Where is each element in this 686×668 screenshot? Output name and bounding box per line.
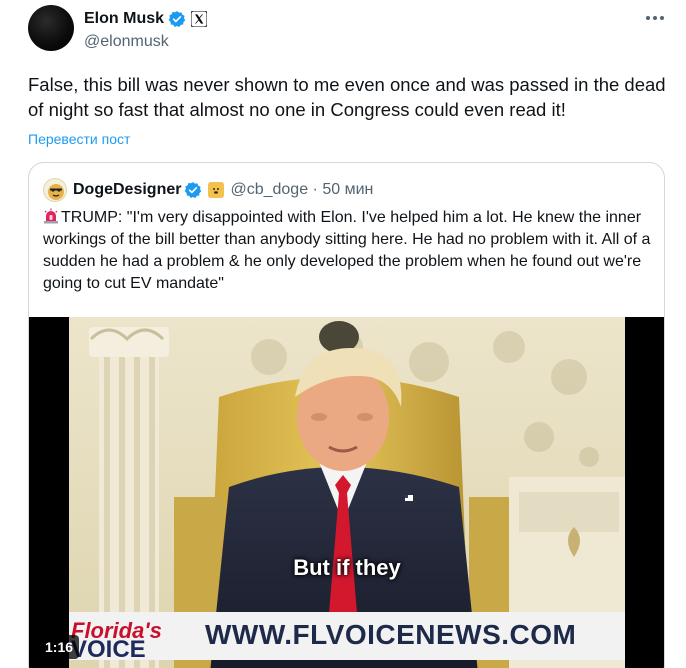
tweet: Elon Musk @elonmusk False, this bill was… (0, 0, 686, 668)
quoted-handle-time[interactable]: @cb_doge · 50 мин (230, 181, 373, 199)
x-logo-icon (191, 11, 208, 27)
video-banner-logo: Florida's VOICE (71, 616, 191, 663)
quoted-display-name[interactable]: DogeDesigner (73, 181, 181, 199)
video-banner-url: WWW.FLVOICENEWS.COM (205, 619, 577, 650)
siren-icon (44, 208, 58, 224)
quoted-text-block: TRUMP: "I'm very disappointed with Elon.… (43, 207, 653, 295)
quoted-text: TRUMP: "I'm very disappointed with Elon.… (43, 209, 651, 292)
quoted-header: DogeDesigner @cb_doge · 50 мин (43, 178, 373, 202)
video-frame: But if they Florida's VOICE WWW.FLVOICEN… (69, 317, 625, 668)
verified-badge-icon (185, 182, 202, 198)
video-player[interactable]: But if they Florida's VOICE WWW.FLVOICEN… (29, 317, 664, 668)
dog-emoji-icon (208, 182, 225, 198)
banner-logo-line2: VOICE (71, 636, 146, 663)
video-caption: But if they (293, 555, 401, 580)
more-options-icon[interactable] (646, 16, 664, 22)
verified-badge-icon (168, 11, 186, 27)
quoted-tweet[interactable]: DogeDesigner @cb_doge · 50 мин TRUMP: "I… (28, 162, 665, 668)
translate-post-link[interactable]: Перевести пост (28, 131, 130, 147)
video-duration-badge: 1:16 (39, 635, 80, 659)
avatar[interactable] (28, 5, 74, 51)
video-banner: Florida's VOICE WWW.FLVOICENEWS.COM (69, 612, 625, 663)
quoted-avatar (43, 178, 67, 202)
author-name-row: Elon Musk (84, 9, 208, 29)
author-handle[interactable]: @elonmusk (84, 33, 169, 51)
tweet-text: False, this bill was never shown to me e… (28, 74, 666, 120)
author-display-name[interactable]: Elon Musk (84, 10, 164, 28)
